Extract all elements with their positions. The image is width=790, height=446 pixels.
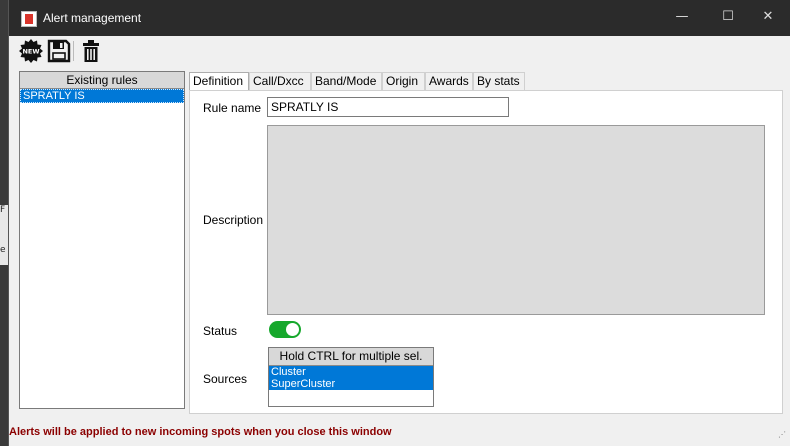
resize-grip[interactable]: ⋰ [778, 430, 786, 439]
rule-name-input[interactable]: SPRATLY IS [267, 97, 509, 117]
status-message: Alerts will be applied to new incoming s… [9, 426, 392, 438]
minimize-button[interactable]: — [659, 0, 705, 34]
background-desktop: F e [0, 0, 8, 446]
delete-rule-button[interactable] [79, 39, 103, 63]
sources-header: Hold CTRL for multiple sel. [269, 348, 433, 366]
status-label: Status [203, 324, 238, 338]
existing-rules-list[interactable]: Existing rules SPRATLY IS [19, 71, 185, 409]
description-label: Description [203, 213, 264, 227]
save-rule-button[interactable] [47, 39, 71, 63]
trash-icon [83, 40, 99, 62]
title-bar[interactable]: Alert management — ☐ ✕ [9, 0, 790, 36]
tab-origin[interactable]: Origin [382, 72, 425, 90]
toolbar: NEW [9, 36, 790, 66]
new-rule-button[interactable]: NEW [19, 39, 43, 63]
sources-label: Sources [203, 372, 248, 386]
status-bar: Alerts will be applied to new incoming s… [9, 419, 790, 446]
list-item[interactable]: SuperCluster [269, 378, 433, 390]
list-item[interactable]: Cluster [269, 366, 433, 378]
svg-text:NEW: NEW [22, 48, 39, 56]
alert-management-window: Alert management — ☐ ✕ NEW Existing rule… [8, 0, 790, 446]
tab-definition[interactable]: Definition [189, 72, 249, 91]
tab-by-stats[interactable]: By stats [473, 72, 525, 90]
description-textarea[interactable] [267, 125, 765, 315]
list-item[interactable]: SPRATLY IS [20, 89, 184, 103]
background-fragment: F [0, 205, 8, 245]
app-icon [21, 11, 37, 27]
existing-rules-header: Existing rules [20, 72, 184, 89]
tab-call-dxcc[interactable]: Call/Dxcc [249, 72, 311, 90]
sources-list[interactable]: Hold CTRL for multiple sel. Cluster Supe… [268, 347, 434, 407]
toolbar-separator [73, 41, 74, 61]
status-toggle[interactable] [269, 321, 301, 338]
close-button[interactable]: ✕ [745, 0, 790, 34]
rule-name-label: Rule name [203, 101, 262, 115]
toggle-knob [286, 323, 299, 336]
tab-band-mode[interactable]: Band/Mode [311, 72, 382, 90]
tab-awards[interactable]: Awards [425, 72, 473, 90]
window-title: Alert management [43, 11, 142, 25]
new-icon: NEW [19, 39, 43, 63]
floppy-disk-icon [47, 39, 71, 63]
background-fragment: e [0, 245, 8, 265]
